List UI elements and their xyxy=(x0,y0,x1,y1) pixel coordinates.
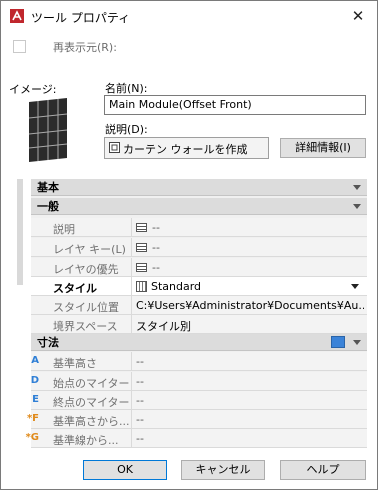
column-divider xyxy=(131,315,132,334)
chevron-down-icon[interactable] xyxy=(353,204,361,209)
property-value[interactable]: -- xyxy=(136,375,144,388)
style-icon xyxy=(136,281,147,292)
column-divider xyxy=(131,429,132,448)
section-dimensions[interactable]: 寸法 xyxy=(31,334,367,351)
property-label: スタイル位置 xyxy=(53,301,119,314)
chevron-down-icon[interactable] xyxy=(353,340,361,345)
property-value[interactable]: -- xyxy=(136,221,364,234)
property-value: C:¥Users¥Administrator¥Documents¥Au... xyxy=(136,299,364,312)
description-text: カーテン ウォールを作成 xyxy=(123,143,248,156)
section-dimensions-label: 寸法 xyxy=(37,336,59,349)
property-label: スタイル xyxy=(53,282,97,295)
property-value[interactable]: -- xyxy=(136,261,364,274)
name-field[interactable]: Main Module(Offset Front) xyxy=(104,95,366,115)
column-divider xyxy=(131,372,132,391)
description-doc-icon xyxy=(109,142,120,153)
property-value[interactable]: -- xyxy=(136,394,144,407)
property-value[interactable]: -- xyxy=(136,413,144,426)
details-button[interactable]: 詳細情報(I) xyxy=(280,138,366,158)
chevron-down-icon[interactable] xyxy=(353,185,361,190)
tool-properties-dialog: ツール プロパティ ✕ 再表示元(R): イメージ: 名前(N): Main M… xyxy=(0,0,378,490)
property-row-layer-override[interactable]: レイヤの優先 -- xyxy=(31,258,367,277)
list-icon[interactable] xyxy=(136,263,147,272)
description-label: 説明(D): xyxy=(105,123,148,136)
property-label: 始点のマイター xyxy=(53,377,130,390)
restore-option[interactable]: 再表示元(R): xyxy=(13,39,117,54)
image-label: イメージ: xyxy=(9,83,57,96)
close-icon[interactable]: ✕ xyxy=(347,5,369,27)
section-basic[interactable]: 基本 xyxy=(31,179,367,196)
column-divider xyxy=(131,238,132,257)
section-general-label: 一般 xyxy=(37,200,59,213)
property-row-style[interactable]: スタイル Standard xyxy=(31,277,367,296)
title-bar: ツール プロパティ ✕ xyxy=(1,1,377,31)
property-scrollbar[interactable] xyxy=(17,179,23,285)
restore-label: 再表示元(R): xyxy=(53,41,117,54)
property-value[interactable]: -- xyxy=(136,355,144,368)
property-row-description[interactable]: 説明 -- xyxy=(31,218,367,237)
column-divider xyxy=(131,352,132,371)
property-row-base-height[interactable]: A 基準高さ -- xyxy=(31,352,367,371)
column-divider xyxy=(131,258,132,277)
dialog-title: ツール プロパティ xyxy=(31,11,131,25)
dimension-diagram-icon[interactable] xyxy=(331,336,345,348)
cancel-button[interactable]: キャンセル xyxy=(181,460,265,480)
property-row-floor-line-offset[interactable]: *G 基準線から... -- xyxy=(26,429,367,448)
property-label: 基準高さから... xyxy=(53,415,130,428)
dimension-marker: A xyxy=(31,355,39,366)
autocad-app-icon xyxy=(10,9,24,23)
column-divider xyxy=(131,296,132,315)
property-row-layer-key[interactable]: レイヤ キー(L) -- xyxy=(31,238,367,257)
dimension-marker: *F xyxy=(26,413,39,424)
property-label: 説明 xyxy=(53,223,75,236)
property-label: 基準高さ xyxy=(53,357,97,370)
name-label: 名前(N): xyxy=(105,82,148,95)
property-row-end-miter[interactable]: E 終点のマイター -- xyxy=(31,391,367,410)
column-divider xyxy=(131,410,132,429)
dimension-marker: E xyxy=(32,394,39,405)
property-row-start-miter[interactable]: D 始点のマイター -- xyxy=(31,372,367,391)
chevron-down-icon[interactable] xyxy=(351,284,359,289)
section-general[interactable]: 一般 xyxy=(31,198,367,215)
help-button[interactable]: ヘルプ xyxy=(280,460,366,480)
property-value[interactable]: スタイル別 xyxy=(136,318,364,334)
column-divider xyxy=(131,277,132,296)
list-icon[interactable] xyxy=(136,243,147,252)
property-value-text: -- xyxy=(152,261,160,274)
ok-button[interactable]: OK xyxy=(83,460,167,480)
curtain-wall-thumbnail xyxy=(28,98,68,162)
property-value[interactable]: -- xyxy=(136,241,364,254)
style-select[interactable]: Standard xyxy=(136,280,364,293)
property-value[interactable]: -- xyxy=(136,432,144,445)
property-label: 終点のマイター xyxy=(53,396,130,409)
property-value-text: -- xyxy=(152,241,160,254)
list-icon[interactable] xyxy=(136,223,147,232)
restore-checkbox[interactable] xyxy=(13,39,26,53)
property-label: 境界スペース xyxy=(53,320,118,333)
style-value-text: Standard xyxy=(151,280,202,293)
section-basic-label: 基本 xyxy=(37,181,59,194)
property-row-style-location[interactable]: スタイル位置 C:¥Users¥Administrator¥Documents¥… xyxy=(31,296,367,315)
dimension-marker: D xyxy=(30,375,39,386)
property-label: 基準線から... xyxy=(53,434,119,447)
property-row-roof-line-offset[interactable]: *F 基準高さから... -- xyxy=(27,410,367,429)
property-value-text: -- xyxy=(152,221,160,234)
description-field[interactable]: カーテン ウォールを作成 xyxy=(104,137,269,159)
property-label: レイヤ キー(L) xyxy=(53,243,126,256)
property-label: レイヤの優先 xyxy=(53,263,119,276)
dimension-marker: *G xyxy=(25,432,39,443)
property-row-bound-spaces[interactable]: 境界スペース スタイル別 xyxy=(31,315,367,334)
column-divider xyxy=(131,218,132,237)
column-divider xyxy=(131,391,132,410)
